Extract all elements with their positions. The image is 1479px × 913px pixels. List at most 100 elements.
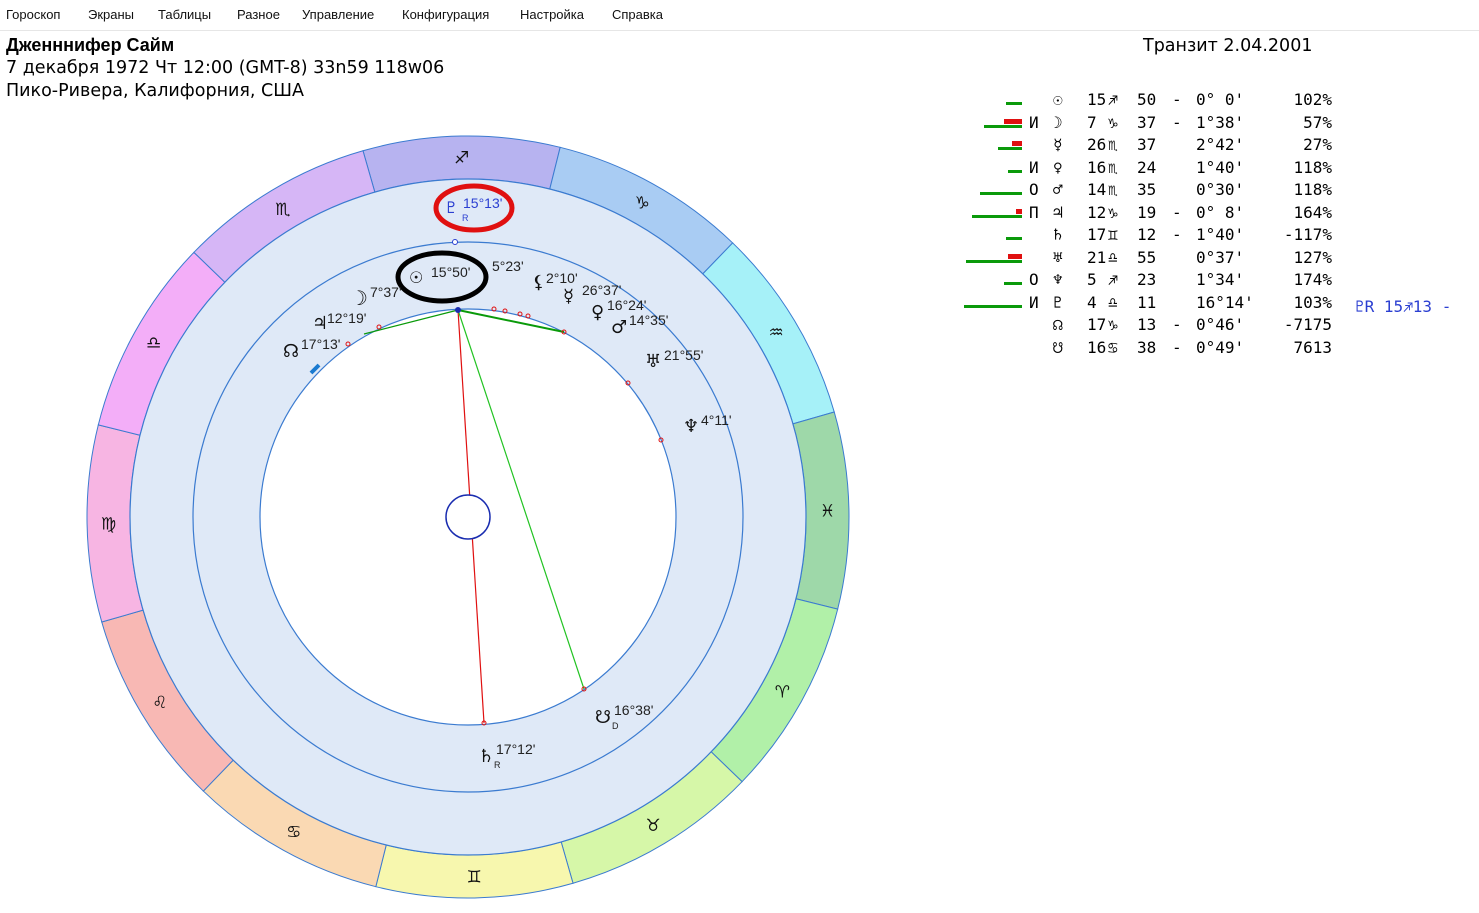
uranus-label: 21°55'	[664, 347, 704, 363]
planet-dash: -	[1172, 112, 1182, 132]
planet-flag: П	[1029, 202, 1039, 222]
mars-label: 14°35'	[629, 312, 669, 328]
planet-orb: 1°38'	[1196, 112, 1245, 132]
sun-label: 15°50'	[431, 264, 471, 280]
planet-row[interactable]: П ♃ 12 ♑ 19-0° 8' 164%	[965, 203, 1479, 226]
planet-degree: 5	[1087, 270, 1097, 289]
zodiac-sign-icon: ♋	[286, 822, 301, 842]
planet-icon: ☿	[1053, 135, 1063, 154]
planet-icon: ♅	[1053, 247, 1063, 267]
planet-minutes: 11	[1137, 292, 1157, 312]
planet-sign-icon: ♋	[1108, 337, 1118, 357]
planet-dash: -	[1172, 337, 1182, 357]
planet-dash: -	[1172, 90, 1182, 109]
planet-minutes: 35	[1137, 180, 1157, 199]
strength-bar-green	[966, 259, 1022, 263]
planet-orb: 0°49'	[1196, 337, 1245, 357]
planet-degree: 4	[1087, 292, 1097, 312]
planet-percent: 103%	[1293, 292, 1332, 312]
pluto-transit-label: 15°13'	[463, 195, 503, 211]
planet-icon: ♀	[1053, 157, 1063, 177]
planet-icon: ☽	[1053, 112, 1063, 132]
planet-minutes: 12	[1137, 225, 1157, 244]
mercury-icon: ☿	[563, 286, 575, 307]
planet-row[interactable]: ♅ 21 ♎ 55 0°37' 127%	[965, 248, 1479, 271]
planet-row[interactable]: О ♂ 14 ♏ 35 0°30' 118%	[965, 180, 1479, 203]
planet-sign-icon: ♎	[1108, 247, 1118, 267]
planet-degree: 16	[1087, 157, 1107, 177]
planet-percent: 127%	[1293, 247, 1332, 267]
planet-row[interactable]: ☉ 15 ♐ 50-0° 0' 102%	[965, 90, 1479, 113]
planet-row[interactable]: ♄ 17 ♊ 12-1°40' -117%	[965, 225, 1479, 248]
saturn-label: 17°12'	[496, 741, 536, 757]
planet-percent: 102%	[1293, 90, 1332, 109]
pluto-transit-icon: ♇	[444, 198, 459, 217]
zodiac-sign-icon: ♌	[152, 693, 167, 713]
planet-percent: 118%	[1293, 180, 1332, 199]
planet-percent: 118%	[1293, 157, 1332, 177]
zodiac-sign-icon: ♓	[820, 502, 835, 522]
planet-minutes: 13	[1137, 315, 1157, 334]
planet-sign-icon: ♎	[1108, 292, 1118, 312]
planet-table: ☉ 15 ♐ 50-0° 0' 102% И ☽ 7 ♑ 37-1°38' 57% ☿ 26 ♏ 37 2°…	[964, 90, 1479, 361]
planet-sign-icon: ♏	[1108, 157, 1118, 177]
planet-degree: 12	[1087, 202, 1107, 222]
planet-sign-icon: ♑	[1108, 202, 1118, 222]
planet-flag: И	[1029, 112, 1039, 132]
planet-icon: ♃	[1053, 202, 1063, 222]
planet-row[interactable]: ☿ 26 ♏ 37 2°42' 27%	[965, 135, 1479, 158]
planet-percent: 164%	[1293, 202, 1332, 222]
planet-row[interactable]: ☊ 17 ♑ 13-0°46' -7175	[965, 315, 1479, 338]
moon-icon: ☽	[350, 286, 368, 310]
planet-row[interactable]: О ♆ 5 ♐ 23 1°34' 174%	[965, 270, 1479, 293]
zodiac-sign-icon: ♊	[467, 867, 482, 887]
planet-percent: 7613	[1293, 337, 1332, 357]
strength-bar-green	[964, 304, 1022, 308]
sun-point	[455, 307, 461, 313]
planet-flag: И	[1029, 157, 1039, 177]
transit-date: Транзит 2.04.2001	[1143, 36, 1313, 56]
planet-orb: 0° 0'	[1196, 90, 1245, 109]
uranus-icon: ♅	[645, 351, 662, 372]
venus-label: 16°24'	[607, 297, 647, 313]
strength-bar-green	[1008, 169, 1022, 173]
zodiac-sign-icon: ♈	[775, 682, 790, 702]
zodiac-sign-icon: ♉	[646, 816, 661, 836]
planet-orb: 16°14'	[1196, 292, 1254, 312]
pluto-retro-sub: R	[462, 213, 469, 223]
jupiter-icon: ♃	[312, 313, 329, 334]
strength-bar-green	[972, 214, 1022, 218]
saturn-sub: R	[494, 760, 501, 770]
south-node-label: 16°38'	[614, 702, 654, 718]
strength-bar-green	[998, 147, 1022, 150]
planet-dash: -	[1172, 202, 1182, 222]
planet-minutes: 24	[1137, 157, 1157, 177]
sun-icon: ☉	[409, 268, 424, 287]
planet-minutes: 37	[1137, 135, 1157, 154]
planet-orb: 0°37'	[1196, 247, 1245, 267]
planet-icon: ☊	[1053, 315, 1063, 334]
five-deg-label: 5°23'	[492, 258, 524, 274]
planet-dash: -	[1172, 225, 1182, 244]
saturn-icon: ♄	[478, 746, 495, 767]
jupiter-label: 12°19'	[327, 310, 367, 326]
planet-percent: 57%	[1303, 112, 1332, 132]
zodiac-sign-icon: ♒	[769, 323, 784, 343]
strength-bar-red	[1004, 118, 1022, 124]
horoscope-wheel: ♐ ♑ ♒ ♓ ♈ ♉ ♊ ♋ ♌ ♍ ♎ ♏	[86, 135, 850, 899]
planet-flag: И	[1029, 292, 1039, 312]
planet-percent: -117%	[1283, 225, 1332, 244]
north-node-label: 17°13'	[301, 336, 341, 352]
planet-degree: 14	[1087, 180, 1107, 199]
planet-degree: 7	[1087, 112, 1097, 132]
inner-core	[445, 494, 491, 540]
planet-orb: 0°46'	[1196, 315, 1245, 334]
planet-row[interactable]: И ☽ 7 ♑ 37-1°38' 57%	[965, 113, 1479, 136]
zodiac-sign-icon: ♏	[275, 200, 290, 220]
planet-row[interactable]: И ♀ 16 ♏ 24 1°40' 118%	[965, 158, 1479, 181]
neptune-icon: ♆	[683, 416, 700, 437]
planet-minutes: 37	[1137, 112, 1157, 132]
strength-bar-red	[1012, 141, 1022, 146]
planet-icon: ☉	[1053, 90, 1063, 109]
planet-row[interactable]: ☋ 16 ♋ 38-0°49' 7613	[965, 338, 1479, 361]
